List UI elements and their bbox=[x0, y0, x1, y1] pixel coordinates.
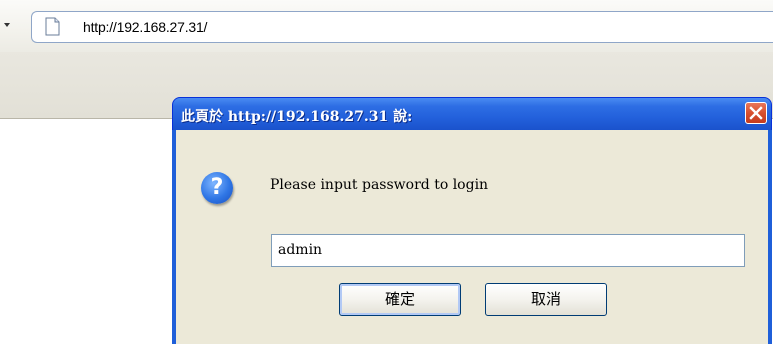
dialog-titlebar[interactable]: 此頁於 http://192.168.27.31 說: bbox=[172, 97, 772, 130]
ok-button[interactable]: 確定 bbox=[339, 283, 461, 316]
prompt-message: Please input password to login bbox=[270, 177, 489, 193]
question-icon: ? bbox=[201, 172, 233, 204]
cancel-button[interactable]: 取消 bbox=[485, 283, 607, 316]
address-bar[interactable]: http://192.168.27.31/ bbox=[31, 11, 773, 43]
dialog-body: ? Please input password to login admin 確… bbox=[172, 130, 772, 344]
prompt-dialog: 此頁於 http://192.168.27.31 說: ? Please inp… bbox=[172, 97, 772, 344]
url-text[interactable]: http://192.168.27.31/ bbox=[83, 19, 207, 35]
back-dropdown-arrow-icon[interactable] bbox=[4, 23, 10, 27]
password-input[interactable]: admin bbox=[271, 234, 745, 267]
page-icon bbox=[45, 17, 60, 36]
browser-toolbar: http://192.168.27.31/ bbox=[0, 0, 773, 52]
close-button[interactable] bbox=[745, 102, 767, 124]
close-icon bbox=[749, 106, 763, 120]
dialog-title: 此頁於 http://192.168.27.31 說: bbox=[181, 109, 413, 125]
